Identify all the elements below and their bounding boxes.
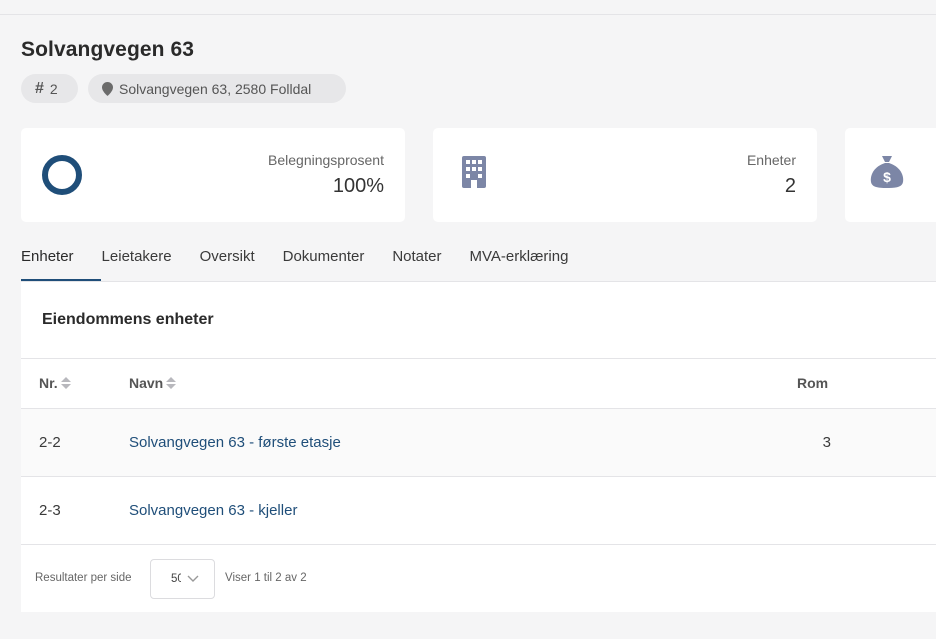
units-value: 2	[784, 175, 796, 197]
property-number-chip: # 2	[21, 74, 78, 103]
address-chip: Solvangvegen 63, 2580 Folldal	[88, 74, 346, 103]
top-bar	[0, 0, 936, 15]
per-page-value: 50	[171, 573, 181, 585]
tab-bar: Enheter Leietakere Oversikt Dokumenter N…	[21, 240, 596, 282]
tab-dokumenter[interactable]: Dokumenter	[283, 240, 365, 281]
column-header-rom: Rom	[797, 375, 829, 391]
occupancy-card: Belegningsprosent 100%	[21, 128, 405, 222]
tab-mva-erklaering[interactable]: MVA-erklæring	[470, 240, 569, 281]
property-number: 2	[49, 80, 58, 97]
table-row[interactable]: 2-3 Solvangvegen 63 - kjeller	[21, 477, 936, 545]
pagination-info: Viser 1 til 2 av 2	[225, 572, 307, 584]
map-pin-icon	[102, 81, 113, 96]
unit-nr: 2-2	[39, 434, 61, 451]
per-page-label: Resultater per side	[35, 572, 132, 584]
finance-card: $	[845, 128, 936, 222]
sort-icon	[60, 377, 71, 389]
tab-notater[interactable]: Notater	[392, 240, 441, 281]
tab-enheter[interactable]: Enheter	[21, 240, 101, 281]
row-divider	[21, 544, 936, 545]
unit-name-link[interactable]: Solvangvegen 63 - kjeller	[129, 502, 297, 519]
unit-nr: 2-3	[39, 502, 61, 519]
units-card: Enheter 2	[433, 128, 817, 222]
units-panel: Eiendommens enheter Nr. Navn Rom 2-2 Sol…	[21, 281, 936, 612]
tab-divider	[21, 281, 936, 282]
address-text: Solvangvegen 63, 2580 Folldal	[119, 80, 312, 97]
page-title: Solvangvegen 63	[21, 38, 195, 61]
tab-oversikt[interactable]: Oversikt	[200, 240, 255, 281]
column-header-navn[interactable]: Navn	[129, 375, 177, 391]
tab-leietakere[interactable]: Leietakere	[102, 240, 172, 281]
ring-icon	[42, 155, 82, 195]
occupancy-value: 100%	[332, 175, 384, 197]
svg-text:$: $	[883, 169, 891, 185]
hash-icon: #	[35, 79, 44, 97]
per-page-select[interactable]: 50	[150, 559, 215, 599]
column-header-nr[interactable]: Nr.	[39, 375, 71, 391]
unit-rooms: 3	[822, 434, 831, 451]
building-icon	[462, 156, 486, 188]
unit-name-link[interactable]: Solvangvegen 63 - første etasje	[129, 434, 341, 451]
chevron-down-icon	[187, 575, 199, 582]
panel-title: Eiendommens enheter	[42, 311, 214, 328]
units-label: Enheter	[746, 152, 796, 168]
table-row[interactable]: 2-2 Solvangvegen 63 - første etasje 3	[21, 409, 936, 477]
money-bag-icon: $	[870, 156, 904, 188]
header-divider	[21, 358, 936, 359]
sort-icon	[166, 377, 177, 389]
occupancy-label: Belegningsprosent	[268, 152, 384, 168]
